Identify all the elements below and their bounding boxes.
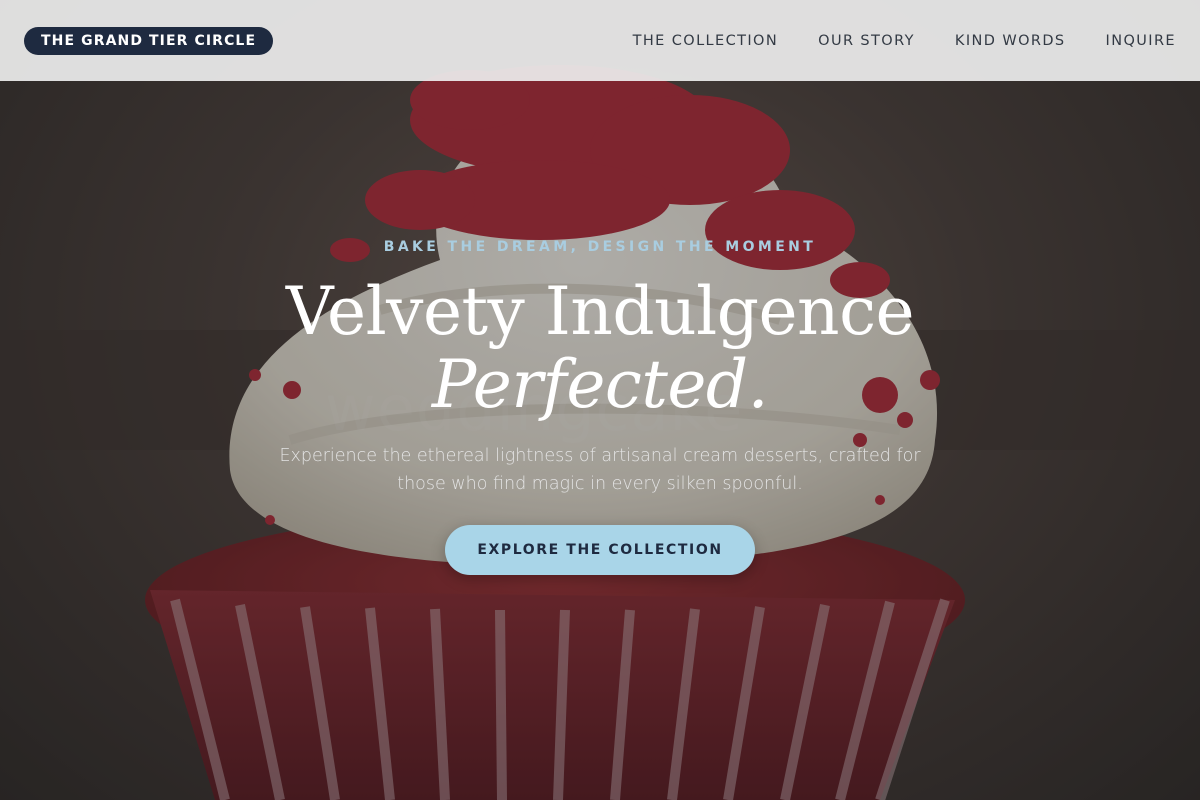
- top-navbar: THE GRAND TIER CIRCLE THE COLLECTION OUR…: [0, 0, 1200, 81]
- hero-subtext: Experience the ethereal lightness of art…: [279, 446, 921, 494]
- hero-eyebrow: BAKE THE DREAM, DESIGN THE MOMENT: [383, 239, 817, 255]
- brand-logo[interactable]: THE GRAND TIER CIRCLE: [24, 26, 274, 55]
- explore-collection-button[interactable]: EXPLORE THE COLLECTION: [445, 525, 755, 575]
- primary-nav: THE COLLECTION OUR STORY KIND WORDS INQU…: [593, 33, 1176, 49]
- hero-headline-line2: Perfected.: [431, 346, 769, 423]
- nav-item-inquire[interactable]: INQUIRE: [1106, 33, 1176, 49]
- hero-content: BAKE THE DREAM, DESIGN THE MOMENT Velvet…: [0, 0, 1200, 800]
- nav-item-collection[interactable]: THE COLLECTION: [633, 33, 779, 49]
- nav-item-our-story[interactable]: OUR STORY: [818, 33, 915, 49]
- nav-item-kind-words[interactable]: KIND WORDS: [955, 33, 1066, 49]
- hero-headline-line1: Velvety Indulgence: [285, 273, 915, 350]
